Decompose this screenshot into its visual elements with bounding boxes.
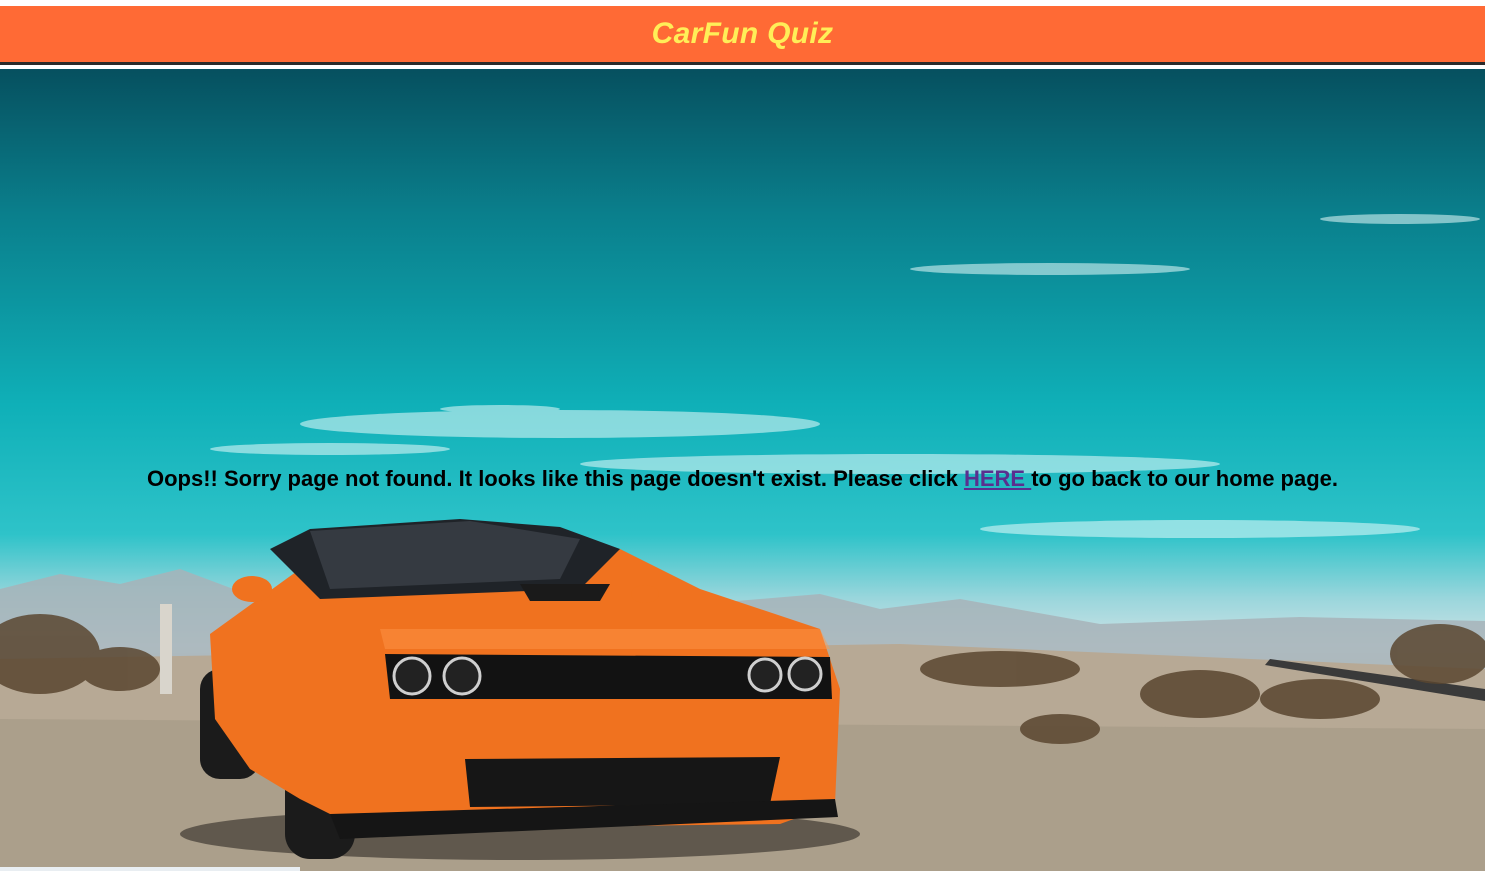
site-title: CarFun Quiz xyxy=(651,17,834,50)
site-header: CarFun Quiz xyxy=(0,6,1485,62)
header-divider xyxy=(0,62,1485,65)
fence-post xyxy=(160,604,172,694)
message-text-before: Oops!! Sorry page not found. It looks li… xyxy=(146,466,964,491)
not-found-message: Oops!! Sorry page not found. It looks li… xyxy=(0,466,1485,492)
bottom-left-strip xyxy=(0,867,300,871)
message-text-after: to go back to our home page. xyxy=(1031,466,1339,491)
hero-background-image: Oops!! Sorry page not found. It looks li… xyxy=(0,69,1485,871)
home-link[interactable]: HERE xyxy=(964,466,1031,491)
